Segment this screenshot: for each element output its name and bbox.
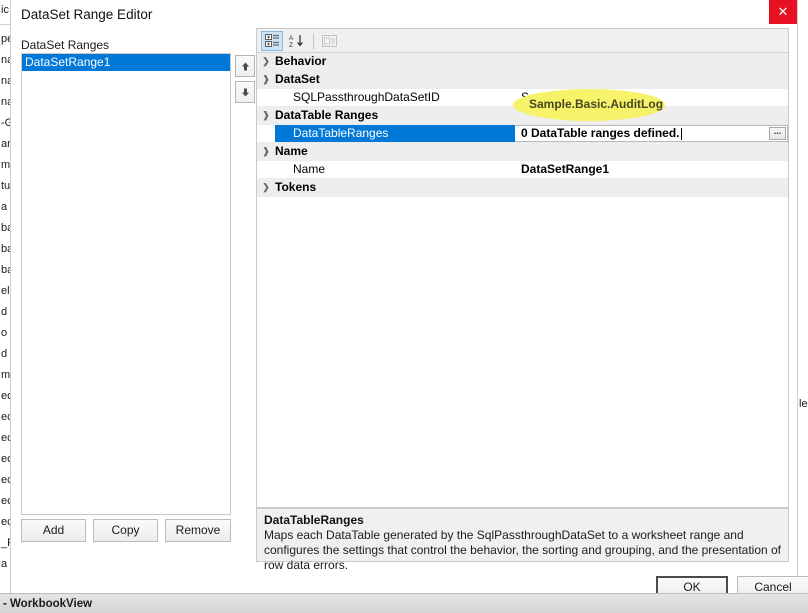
ellipsis-button[interactable]: ... xyxy=(769,127,786,140)
chevron-right-icon[interactable]: ❯ xyxy=(257,179,275,196)
list-item[interactable]: DataSetRange1 xyxy=(22,54,230,71)
svg-text:A: A xyxy=(289,35,294,42)
description-body: Maps each DataTable generated by the Sql… xyxy=(264,528,782,572)
status-bar: - WorkbookView xyxy=(0,593,808,613)
bg-fragment: le xyxy=(799,398,808,410)
category-label: DataSet xyxy=(275,72,320,86)
alphabetical-sort-icon[interactable]: A Z xyxy=(285,31,307,51)
text-caret xyxy=(680,127,682,140)
category-label: Name xyxy=(275,144,308,158)
property-grid: A Z ❯ Behavior ❱ DataSet SQLPassthroughD… xyxy=(256,28,789,508)
property-category-row[interactable]: ❱ Name xyxy=(257,143,788,161)
dialog-title: DataSet Range Editor xyxy=(21,7,153,22)
property-grid-toolbar: A Z xyxy=(257,29,788,53)
property-category-row[interactable]: ❯ Tokens xyxy=(257,179,788,197)
close-icon[interactable]: ✕ xyxy=(769,0,797,24)
category-label: Tokens xyxy=(275,180,317,194)
copy-button[interactable]: Copy xyxy=(93,519,158,542)
chevron-right-icon[interactable]: ❯ xyxy=(257,53,275,70)
description-title: DataTableRanges xyxy=(264,513,364,527)
category-value xyxy=(497,179,788,196)
annotation-highlight-text: Sample.Basic.AuditLog xyxy=(529,97,664,111)
property-category-row[interactable]: ❱ DataSet xyxy=(257,71,788,89)
toolbar-separator xyxy=(313,32,314,49)
category-label: DataTable Ranges xyxy=(275,108,379,122)
chevron-down-icon[interactable]: ❱ xyxy=(257,71,275,88)
chevron-down-icon[interactable]: ❱ xyxy=(257,143,275,160)
property-description-pane: DataTableRanges Maps each DataTable gene… xyxy=(256,508,789,572)
property-category-row[interactable]: ❱ DataTable Ranges xyxy=(257,107,788,125)
property-category-row[interactable]: ❯ Behavior xyxy=(257,53,788,71)
svg-text:Z: Z xyxy=(289,42,293,48)
property-name: Name xyxy=(293,162,326,176)
row-indent xyxy=(257,161,275,178)
property-row-sqlpassthroughdatasetid[interactable]: SQLPassthroughDataSetID Sample.Basic.Aud… xyxy=(257,89,788,107)
category-value xyxy=(497,53,788,70)
dialog-titlebar: DataSet Range Editor ✕ xyxy=(11,0,797,30)
dataset-range-editor-dialog: DataSet Range Editor ✕ DataSet Ranges Da… xyxy=(10,0,808,600)
background-window-right-edge: le xyxy=(797,0,808,613)
categorized-icon[interactable] xyxy=(261,30,283,51)
property-value-editor[interactable]: 0 DataTable ranges defined. ... xyxy=(515,125,788,142)
row-indent xyxy=(257,89,275,106)
category-label: Behavior xyxy=(275,54,327,68)
property-row-name[interactable]: Name DataSetRange1 xyxy=(257,161,788,179)
category-value xyxy=(497,143,788,160)
property-row-datatableranges[interactable]: DataTableRanges 0 DataTable ranges defin… xyxy=(257,125,788,143)
property-pages-icon[interactable] xyxy=(318,31,340,51)
property-value-text: 0 DataTable ranges defined. xyxy=(521,126,680,140)
dataset-ranges-listbox[interactable]: DataSetRange1 xyxy=(21,53,231,515)
remove-button[interactable]: Remove xyxy=(165,519,231,542)
property-name: SQLPassthroughDataSetID xyxy=(293,90,440,104)
arrow-up-icon[interactable] xyxy=(235,55,255,77)
category-value xyxy=(497,71,788,88)
chevron-down-icon[interactable]: ❱ xyxy=(257,107,275,124)
dataset-ranges-label: DataSet Ranges xyxy=(21,38,110,52)
property-name[interactable]: DataTableRanges xyxy=(275,125,515,142)
property-grid-rows: ❯ Behavior ❱ DataSet SQLPassthroughDataS… xyxy=(257,53,788,197)
row-indent xyxy=(257,125,275,142)
property-value[interactable]: DataSetRange1 xyxy=(515,161,788,178)
arrow-down-icon[interactable] xyxy=(235,81,255,103)
add-button[interactable]: Add xyxy=(21,519,86,542)
